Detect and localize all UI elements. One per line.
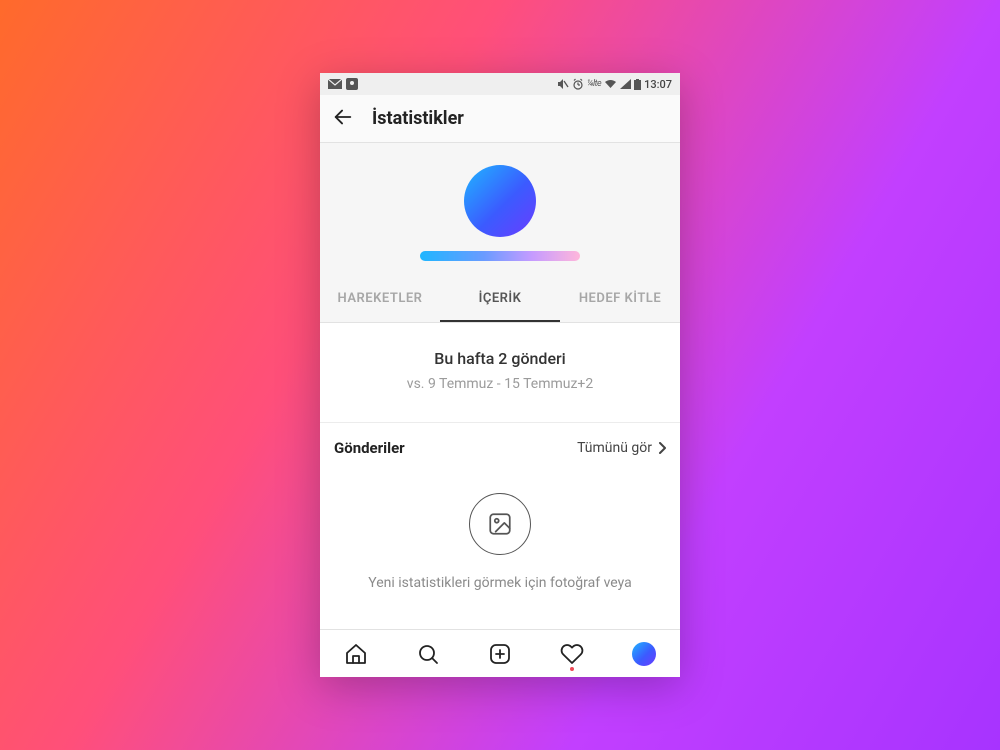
- image-icon: [487, 511, 513, 537]
- nav-activity[interactable]: [558, 640, 586, 668]
- summary-subline: vs. 9 Temmuz - 15 Temmuz+2: [332, 376, 668, 392]
- summary-headline: Bu hafta 2 gönderi: [332, 349, 668, 368]
- bottom-nav: [320, 629, 680, 677]
- profile-avatar-small: [632, 642, 656, 666]
- tab-content[interactable]: İÇERİK: [440, 279, 560, 322]
- android-status-bar: ¼lte 13:07: [320, 73, 680, 95]
- activity-badge-dot: [570, 667, 574, 671]
- nav-home[interactable]: [342, 640, 370, 668]
- tab-audience[interactable]: HEDEF KİTLE: [560, 279, 680, 322]
- search-icon: [416, 642, 440, 666]
- nav-search[interactable]: [414, 640, 442, 668]
- add-icon: [488, 642, 512, 666]
- back-button[interactable]: [332, 106, 354, 132]
- heart-icon: [560, 642, 584, 666]
- weekly-summary: Bu hafta 2 gönderi vs. 9 Temmuz - 15 Tem…: [320, 323, 680, 422]
- see-all-label: Tümünü gör: [577, 440, 652, 456]
- nav-profile[interactable]: [630, 640, 658, 668]
- profile-avatar-large: [464, 165, 536, 237]
- maps-icon: [346, 78, 358, 90]
- alarm-icon: [572, 78, 584, 90]
- chevron-right-icon: [658, 442, 666, 454]
- page-title: İstatistikler: [372, 108, 464, 129]
- network-label: ¼lte: [587, 79, 601, 89]
- arrow-left-icon: [332, 106, 354, 128]
- insights-tabs: HAREKETLER İÇERİK HEDEF KİTLE: [320, 279, 680, 323]
- insights-hero: HAREKETLER İÇERİK HEDEF KİTLE: [320, 143, 680, 323]
- posts-section-header: Gönderiler Tümünü gör: [320, 423, 680, 473]
- posts-title: Gönderiler: [334, 439, 405, 457]
- wifi-icon: [604, 79, 617, 89]
- status-left: [328, 78, 358, 90]
- see-all-link[interactable]: Tümünü gör: [577, 440, 666, 456]
- clock-label: 13:07: [644, 78, 672, 91]
- signal-icon: [620, 79, 631, 89]
- battery-icon: [634, 79, 641, 90]
- status-right: ¼lte 13:07: [557, 78, 672, 91]
- mute-icon: [557, 78, 569, 90]
- phone-frame: ¼lte 13:07 İstatistikler HAREKETLER İÇER…: [320, 73, 680, 677]
- tab-activity[interactable]: HAREKETLER: [320, 279, 440, 322]
- home-icon: [344, 642, 368, 666]
- posts-empty-hint: Yeni istatistikleri görmek için fotoğraf…: [334, 575, 666, 591]
- posts-empty-state: Yeni istatistikleri görmek için fotoğraf…: [320, 473, 680, 629]
- nav-add[interactable]: [486, 640, 514, 668]
- gmail-icon: [328, 79, 342, 89]
- stories-gradient-bar: [420, 251, 580, 261]
- app-header: İstatistikler: [320, 95, 680, 143]
- posts-empty-icon-circle: [469, 493, 531, 555]
